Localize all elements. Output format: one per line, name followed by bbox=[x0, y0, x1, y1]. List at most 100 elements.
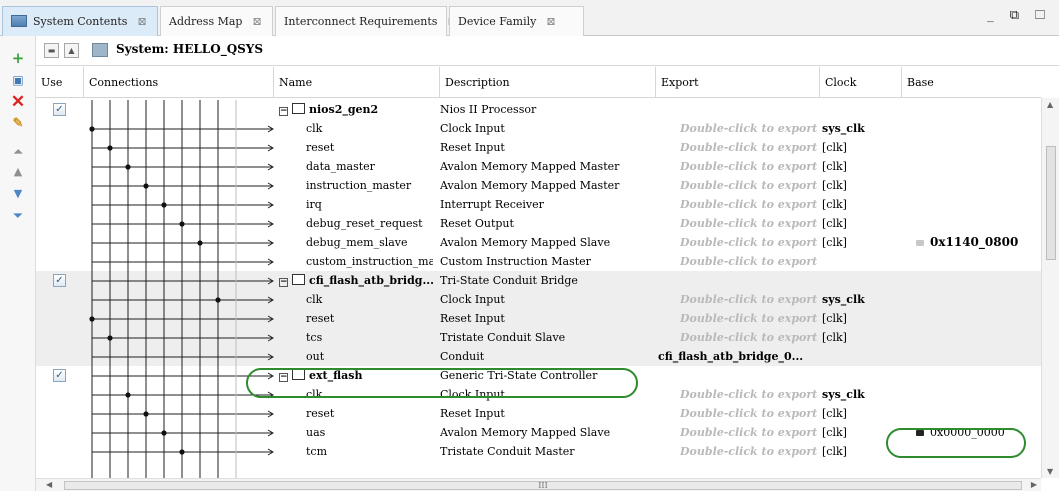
clock-cell[interactable]: sys_clk bbox=[820, 385, 900, 404]
vertical-scrollbar[interactable]: ▲ ▼ bbox=[1041, 98, 1059, 478]
scroll-down-icon[interactable]: ▼ bbox=[1047, 467, 1053, 476]
scroll-up-icon[interactable]: ▲ bbox=[1047, 100, 1053, 109]
name-cell[interactable]: reset bbox=[273, 138, 433, 157]
interface-name: custom_instruction_ma... bbox=[306, 255, 433, 268]
clock-cell[interactable]: [clk] bbox=[820, 309, 900, 328]
scrollbar-thumb[interactable]: III bbox=[64, 481, 1022, 490]
export-cell[interactable]: Double-click to export bbox=[656, 442, 821, 461]
system-icon bbox=[92, 43, 108, 57]
connection-dot bbox=[161, 430, 167, 436]
edit-icon[interactable]: ✎ bbox=[10, 116, 26, 132]
collapse-toggle-icon[interactable]: − bbox=[279, 278, 288, 287]
name-cell[interactable]: debug_mem_slave bbox=[273, 233, 433, 252]
col-clock[interactable]: Clock bbox=[820, 67, 902, 98]
interface-name: uas bbox=[306, 426, 326, 439]
connections-graph bbox=[89, 100, 274, 478]
export-cell[interactable]: Double-click to export bbox=[656, 328, 821, 347]
clock-cell[interactable]: [clk] bbox=[820, 176, 900, 195]
left-toolbar: + ▣ ✕ ✎ ⏶ ▲ ▼ ⏷ bbox=[0, 36, 36, 491]
horizontal-scrollbar[interactable]: ◀ III ▶ bbox=[36, 478, 1041, 491]
tab-label: System Contents bbox=[33, 15, 128, 28]
tab-system-contents[interactable]: System Contents ⊠ bbox=[2, 6, 158, 36]
export-cell[interactable]: Double-click to export bbox=[656, 252, 821, 271]
export-cell[interactable]: Double-click to export bbox=[656, 214, 821, 233]
clock-cell[interactable]: [clk] bbox=[820, 138, 900, 157]
name-cell[interactable]: tcm bbox=[273, 442, 433, 461]
name-cell[interactable]: irq bbox=[273, 195, 433, 214]
interface-name: cfi_flash_atb_bridg... bbox=[309, 274, 433, 287]
description-cell: Avalon Memory Mapped Master bbox=[440, 179, 620, 192]
col-description[interactable]: Description bbox=[440, 67, 656, 98]
lock-icon[interactable] bbox=[916, 240, 924, 246]
name-cell[interactable]: clk bbox=[273, 290, 433, 309]
clock-cell[interactable]: [clk] bbox=[820, 195, 900, 214]
clock-cell[interactable]: [clk] bbox=[820, 214, 900, 233]
name-cell[interactable]: debug_reset_request bbox=[273, 214, 433, 233]
move-to-top-icon[interactable]: ⏶ bbox=[10, 144, 26, 160]
tab-address-map[interactable]: Address Map ⊠ bbox=[160, 6, 273, 36]
name-cell[interactable]: data_master bbox=[273, 157, 433, 176]
name-cell[interactable]: uas bbox=[273, 423, 433, 442]
scroll-left-icon[interactable]: ◀ bbox=[46, 480, 52, 489]
name-cell[interactable]: tcs bbox=[273, 328, 433, 347]
export-cell[interactable]: Double-click to export bbox=[656, 290, 821, 309]
remove-icon[interactable]: ✕ bbox=[10, 94, 26, 111]
clock-cell[interactable]: sys_clk bbox=[820, 290, 900, 309]
name-cell[interactable]: instruction_master bbox=[273, 176, 433, 195]
interface-name: debug_reset_request bbox=[306, 217, 423, 230]
export-cell[interactable]: cfi_flash_atb_bridge_0... bbox=[656, 347, 821, 366]
export-cell[interactable]: Double-click to export bbox=[656, 176, 821, 195]
clock-cell[interactable]: sys_clk bbox=[820, 119, 900, 138]
export-cell[interactable]: Double-click to export bbox=[656, 195, 821, 214]
name-cell[interactable]: reset bbox=[273, 404, 433, 423]
col-base[interactable]: Base bbox=[902, 67, 1041, 98]
close-icon[interactable]: ⊠ bbox=[252, 15, 261, 28]
tab-device-family[interactable]: Device Family ⊠ bbox=[449, 6, 584, 36]
go-up-icon[interactable]: ▲ bbox=[64, 43, 79, 58]
base-address: 0x1140_0800 bbox=[930, 235, 1019, 249]
clock-cell[interactable]: [clk] bbox=[820, 328, 900, 347]
clock-cell[interactable]: [clk] bbox=[820, 157, 900, 176]
interface-name: tcs bbox=[306, 331, 323, 344]
description-cell: Tristate Conduit Master bbox=[440, 445, 575, 458]
clock-cell[interactable]: [clk] bbox=[820, 233, 900, 252]
name-cell[interactable]: clk bbox=[273, 119, 433, 138]
export-cell[interactable]: Double-click to export bbox=[656, 119, 821, 138]
base-cell[interactable]: 0x1140_0800 bbox=[902, 233, 1041, 252]
name-cell[interactable]: custom_instruction_ma... bbox=[273, 252, 433, 271]
add-component-icon[interactable]: ▣ bbox=[10, 72, 26, 88]
name-cell[interactable]: reset bbox=[273, 309, 433, 328]
add-icon[interactable]: + bbox=[10, 50, 26, 66]
tab-interconnect-requirements[interactable]: Interconnect Requirements⊠ bbox=[275, 6, 457, 36]
scroll-right-icon[interactable]: ▶ bbox=[1031, 480, 1037, 489]
move-down-icon[interactable]: ▼ bbox=[10, 186, 26, 202]
connection-dot bbox=[107, 335, 113, 341]
description-cell: Avalon Memory Mapped Slave bbox=[440, 236, 611, 249]
clock-cell[interactable]: [clk] bbox=[820, 404, 900, 423]
move-up-icon[interactable]: ▲ bbox=[10, 164, 26, 180]
system-contents-table: Use Connections Name Description Export … bbox=[36, 67, 1041, 478]
close-icon[interactable]: ⊠ bbox=[137, 15, 146, 28]
export-cell[interactable]: Double-click to export bbox=[656, 404, 821, 423]
tab-label: Address Map bbox=[169, 15, 243, 28]
export-cell[interactable]: Double-click to export bbox=[656, 385, 821, 404]
description-cell: Custom Instruction Master bbox=[440, 255, 591, 268]
export-cell[interactable]: Double-click to export bbox=[656, 423, 821, 442]
move-to-bottom-icon[interactable]: ⏷ bbox=[10, 208, 26, 224]
name-cell[interactable]: − nios2_gen2 bbox=[273, 100, 433, 119]
col-name[interactable]: Name bbox=[274, 67, 440, 98]
col-export[interactable]: Export bbox=[656, 67, 820, 98]
collapse-toggle-icon[interactable]: − bbox=[279, 107, 288, 116]
export-cell[interactable]: Double-click to export bbox=[656, 157, 821, 176]
name-cell[interactable]: out bbox=[273, 347, 433, 366]
connection-dot bbox=[161, 202, 167, 208]
export-cell[interactable]: Double-click to export bbox=[656, 138, 821, 157]
collapse-all-icon[interactable]: ▬ bbox=[44, 43, 59, 58]
name-cell[interactable]: − cfi_flash_atb_bridg... bbox=[273, 271, 433, 290]
interface-name: reset bbox=[306, 141, 335, 154]
export-cell[interactable]: Double-click to export bbox=[656, 233, 821, 252]
window-controls[interactable]: _ ⧉ ☐ bbox=[987, 8, 1051, 23]
close-icon[interactable]: ⊠ bbox=[546, 15, 555, 28]
export-cell[interactable]: Double-click to export bbox=[656, 309, 821, 328]
scrollbar-thumb[interactable] bbox=[1046, 146, 1056, 260]
